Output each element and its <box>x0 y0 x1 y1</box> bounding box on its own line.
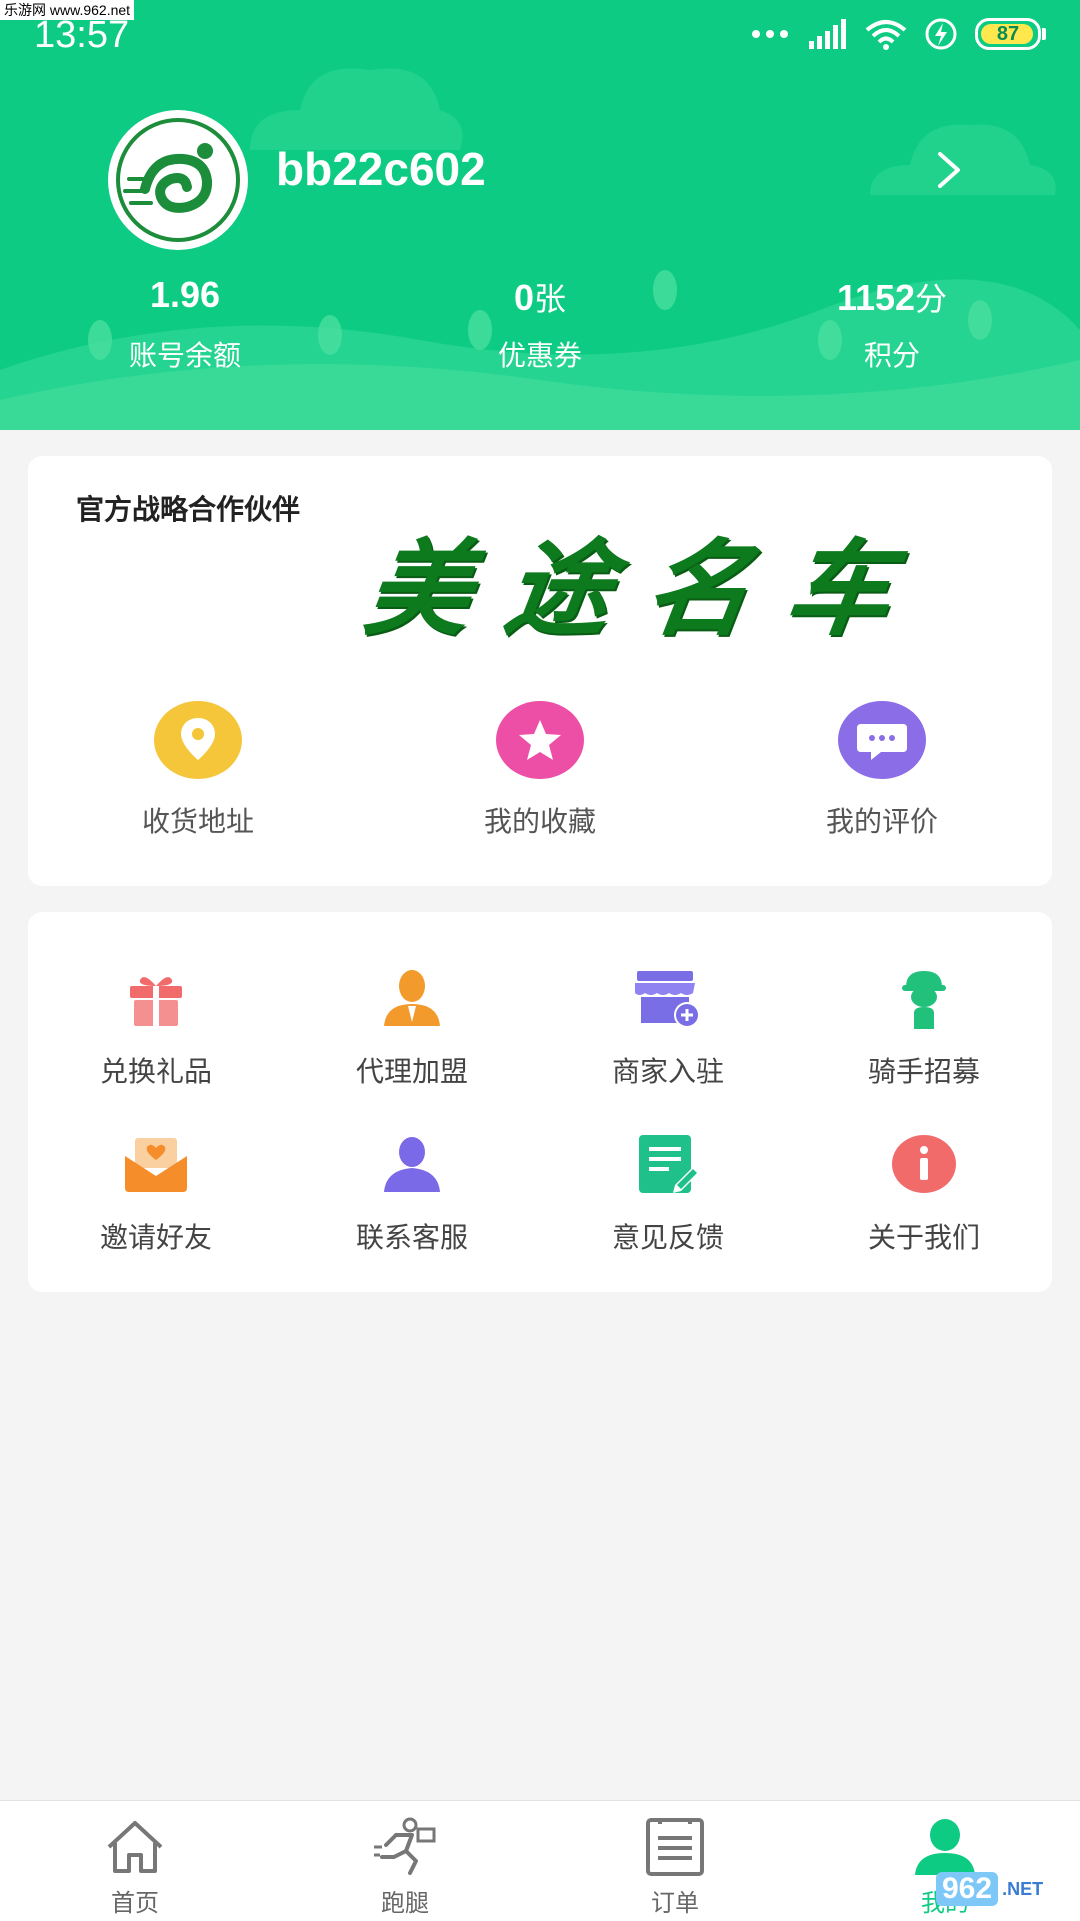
stat-points-label: 积分 <box>863 339 920 372</box>
quick-link-label: 我的收藏 <box>483 805 596 838</box>
more-dots-icon <box>752 30 788 38</box>
stat-balance[interactable]: 1.96 账号余额 <box>35 274 335 374</box>
logo-number: 962 <box>936 1872 999 1906</box>
tab-label: 首页 <box>111 1889 159 1917</box>
invite-envelope-icon <box>116 1128 196 1200</box>
service-label: 意见反馈 <box>611 1221 724 1254</box>
services-card: 兑换礼品 代理加盟 商家入驻 骑手招募 邀请好友 联系客服 意见反馈 关于我们 <box>28 912 1052 1292</box>
status-time: 13:57 <box>34 14 130 56</box>
battery-level: 87 <box>996 22 1020 45</box>
stat-coupons[interactable]: 0张 优惠券 <box>390 274 690 374</box>
service-label: 兑换礼品 <box>99 1055 212 1088</box>
brand-char: 途 <box>498 527 620 650</box>
agent-icon <box>372 962 452 1034</box>
store-icon <box>628 962 708 1034</box>
service-about-us[interactable]: 关于我们 <box>824 1128 1024 1256</box>
partner-title: 官方战略合作伙伴 <box>76 493 301 526</box>
service-label: 邀请好友 <box>99 1221 212 1254</box>
tab-label: 订单 <box>651 1889 699 1917</box>
service-contact-support[interactable]: 联系客服 <box>312 1128 512 1256</box>
service-rider-recruit[interactable]: 骑手招募 <box>824 962 1024 1090</box>
brand-char: 车 <box>778 527 900 650</box>
charging-icon <box>925 18 957 50</box>
rider-icon <box>884 962 964 1034</box>
stat-balance-label: 账号余额 <box>128 339 241 372</box>
stat-coupons-value: 0 <box>513 277 534 318</box>
tab-home[interactable]: 首页 <box>0 1801 270 1921</box>
user-icon <box>910 1815 980 1879</box>
star-icon <box>495 700 585 780</box>
service-merchant-join[interactable]: 商家入驻 <box>568 962 768 1090</box>
wifi-icon <box>865 20 907 50</box>
service-agent-join[interactable]: 代理加盟 <box>312 962 512 1090</box>
stat-coupons-unit: 张 <box>534 281 567 317</box>
tab-errand[interactable]: 跑腿 <box>270 1801 540 1921</box>
service-label: 联系客服 <box>355 1221 468 1254</box>
battery-indicator: 87 <box>975 18 1046 50</box>
home-icon <box>100 1815 170 1879</box>
quick-link-address[interactable]: 收货地址 <box>78 700 318 840</box>
feedback-icon <box>628 1128 708 1200</box>
location-pin-icon <box>153 700 243 780</box>
app-logo-icon <box>116 118 240 242</box>
service-invite-friends[interactable]: 邀请好友 <box>56 1128 256 1256</box>
order-list-icon <box>640 1815 710 1879</box>
site-logo-watermark: 962 .NET <box>936 1872 1043 1906</box>
stat-points-value: 1152 <box>836 277 916 318</box>
brand-char: 名 <box>638 527 760 650</box>
quick-link-favorites[interactable]: 我的收藏 <box>420 700 660 840</box>
info-icon <box>884 1128 964 1200</box>
service-label: 骑手招募 <box>867 1055 980 1088</box>
service-label: 关于我们 <box>867 1221 980 1254</box>
quick-link-label: 我的评价 <box>825 805 938 838</box>
username[interactable]: bb22c602 <box>276 142 486 196</box>
bottom-tab-bar: 首页 跑腿 订单 我的 <box>0 1800 1080 1921</box>
chat-bubble-icon <box>837 700 927 780</box>
avatar[interactable] <box>108 110 248 250</box>
signal-icon <box>809 19 846 49</box>
chevron-right-icon[interactable] <box>930 150 966 190</box>
gift-icon <box>116 962 196 1034</box>
stat-coupons-label: 优惠券 <box>497 339 582 372</box>
brand-char: 美 <box>358 527 480 650</box>
partner-card: 官方战略合作伙伴 美 途 名 车 收货地址 我的收藏 我的评价 <box>28 456 1052 886</box>
logo-suffix: .NET <box>1002 1878 1044 1899</box>
service-exchange-gift[interactable]: 兑换礼品 <box>56 962 256 1090</box>
tab-label: 跑腿 <box>381 1889 429 1917</box>
service-label: 商家入驻 <box>611 1055 724 1088</box>
tab-orders[interactable]: 订单 <box>540 1801 810 1921</box>
stat-points[interactable]: 1152分 积分 <box>742 274 1042 374</box>
status-icons: 87 <box>751 18 1046 50</box>
stat-points-unit: 分 <box>915 281 948 317</box>
service-label: 代理加盟 <box>355 1055 468 1088</box>
service-feedback[interactable]: 意见反馈 <box>568 1128 768 1256</box>
runner-icon <box>370 1815 440 1879</box>
partner-brand-banner[interactable]: 美 途 名 车 <box>358 504 899 655</box>
quick-link-label: 收货地址 <box>141 805 254 838</box>
quick-link-reviews[interactable]: 我的评价 <box>762 700 1002 840</box>
stat-balance-value: 1.96 <box>149 274 221 315</box>
customer-service-icon <box>372 1128 452 1200</box>
